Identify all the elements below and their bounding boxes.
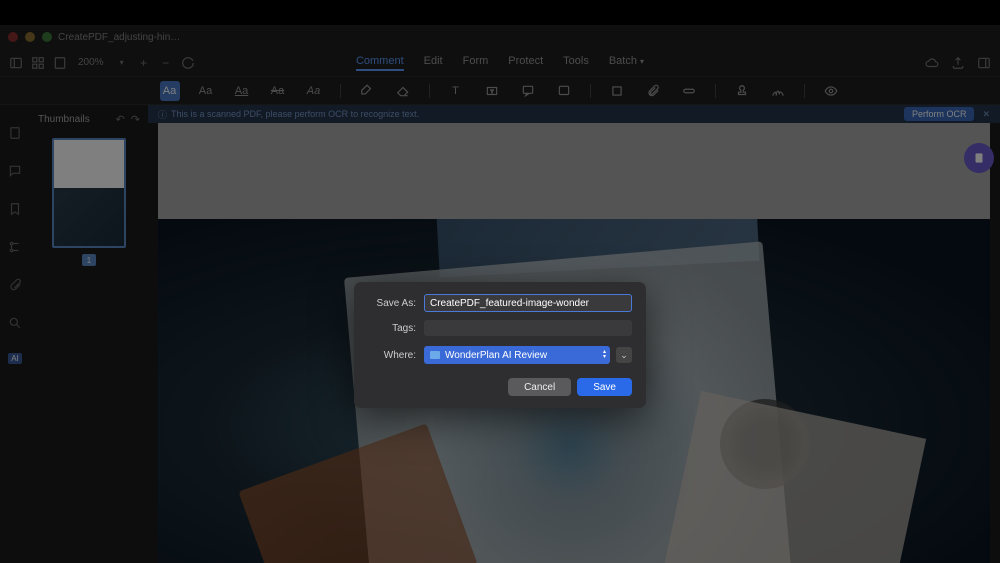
save-as-input[interactable] [424,294,632,312]
cancel-button[interactable]: Cancel [508,378,571,396]
tags-input[interactable] [424,320,632,336]
where-value: WonderPlan AI Review [445,350,547,361]
save-dialog: Save As: Tags: Where: WonderPlan AI Revi… [354,282,646,408]
where-label: Where: [368,350,424,361]
expand-dialog-button[interactable]: ⌄ [616,347,632,363]
folder-icon [430,351,440,359]
save-button[interactable]: Save [577,378,632,396]
save-as-label: Save As: [368,298,424,309]
where-select[interactable]: WonderPlan AI Review ▴▾ [424,346,610,364]
select-arrows-icon: ▴▾ [603,350,606,360]
tags-label: Tags: [368,323,424,334]
